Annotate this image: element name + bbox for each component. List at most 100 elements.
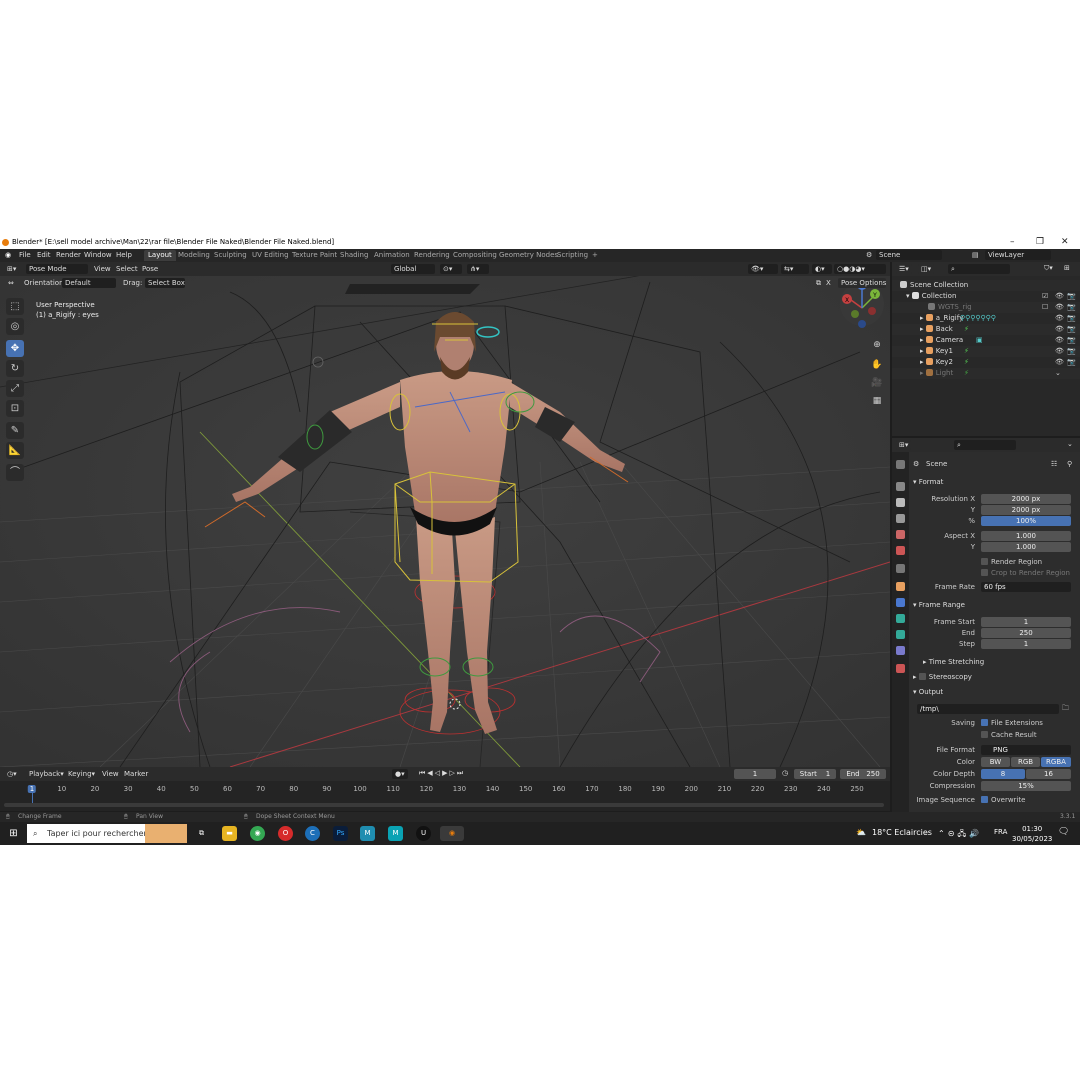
camera-render-icon[interactable]: 📷 — [1067, 291, 1076, 302]
eye-icon[interactable]: 👁 — [1055, 291, 1064, 302]
viewport-pose-menu[interactable]: Pose — [142, 265, 158, 273]
move-tool[interactable]: ✥ — [6, 340, 24, 357]
maya-lt-icon[interactable]: M — [388, 826, 403, 841]
outliner-item-light[interactable]: ▸ Light ⚡ ⌄ — [892, 368, 1080, 379]
texture-tab-icon[interactable] — [896, 664, 905, 673]
scene-selector[interactable]: Scene — [876, 250, 942, 260]
outliner-editor-icon[interactable]: ☰▾ — [896, 264, 912, 274]
file-explorer-icon[interactable]: ▬ — [222, 826, 237, 841]
chevron-down-icon[interactable]: ⌄ — [1055, 368, 1061, 379]
clock-icon[interactable]: ◷▾ — [4, 769, 20, 779]
camera-render-icon[interactable]: 📷 — [1067, 302, 1076, 313]
menu-window[interactable]: Window — [84, 251, 112, 259]
output-path-input[interactable]: /tmp\ — [917, 704, 1059, 714]
orientation-selector[interactable]: Default — [62, 278, 116, 288]
overlay-toggle-icon[interactable]: ◐▾ — [812, 264, 832, 274]
annotate-tool[interactable]: ✎ — [6, 422, 24, 439]
minimize-button[interactable]: – — [1010, 237, 1015, 247]
collection-tab-icon[interactable] — [896, 564, 905, 573]
visibility-icon[interactable]: 👁▾ — [748, 264, 778, 274]
resolution-x-field[interactable]: 2000 px — [981, 494, 1071, 504]
camera-render-icon[interactable]: 📷 — [1067, 313, 1076, 324]
eye-icon[interactable]: 👁 — [1055, 335, 1064, 346]
menu-render[interactable]: Render — [56, 251, 81, 259]
task-view-icon[interactable]: ⧉ — [194, 826, 209, 841]
filter-icon[interactable]: ⛉▾ — [1044, 264, 1053, 273]
viewport-select-menu[interactable]: Select — [116, 265, 138, 273]
world-tab-icon[interactable] — [896, 546, 905, 555]
blender-taskbar-icon[interactable]: ◉ — [440, 826, 464, 841]
object-tab-icon[interactable] — [896, 582, 905, 591]
add-workspace-button[interactable]: + — [588, 250, 602, 261]
camera-render-icon[interactable]: 📷 — [1067, 346, 1076, 357]
timeline-end-field[interactable]: End 250 — [840, 769, 886, 779]
timeline-view-menu[interactable]: View — [102, 770, 119, 778]
eye-icon[interactable]: 👁 — [1055, 324, 1064, 335]
modifier-tab-icon[interactable] — [896, 598, 905, 607]
cache-result-checkbox[interactable]: Cache Result — [981, 731, 1037, 739]
tab-sculpting[interactable]: Sculpting — [210, 250, 251, 261]
object-data-tab-icon[interactable] — [896, 646, 905, 655]
color-rgba-button[interactable]: RGBA — [1041, 757, 1071, 767]
folder-icon[interactable]: 🗀 — [1062, 704, 1069, 715]
menu-edit[interactable]: Edit — [37, 251, 51, 259]
format-section-header[interactable]: ▾ Format — [913, 478, 943, 486]
frame-start-field[interactable]: 1 — [981, 617, 1071, 627]
menu-file[interactable]: File — [19, 251, 31, 259]
collection-row[interactable]: ▾ Collection ☑ 👁 📷 — [892, 291, 1080, 302]
mode-selector[interactable]: Pose Mode — [26, 264, 88, 274]
system-tray-icons[interactable]: ⌃⊝🖧🔊 — [938, 828, 982, 842]
frame-end-field[interactable]: 250 — [981, 628, 1071, 638]
scale-tool[interactable]: ⤢ — [6, 380, 24, 397]
outliner-item-key1[interactable]: ▸ Key1 ⚡ 👁 📷 — [892, 346, 1080, 357]
tool-tab-icon[interactable] — [896, 460, 905, 469]
playhead[interactable] — [32, 793, 33, 803]
grid-view-icon[interactable]: ▦ — [870, 394, 884, 408]
select-box-tool[interactable]: ⬚ — [6, 298, 24, 315]
3d-viewport[interactable]: Z X Y User Perspective (1) a_Rigify : ey… — [0, 262, 890, 767]
color-rgb-button[interactable]: RGB — [1011, 757, 1040, 767]
physics-tab-icon[interactable] — [896, 614, 905, 623]
file-extensions-checkbox[interactable]: File Extensions — [981, 719, 1043, 727]
timeline-marker-menu[interactable]: Marker — [124, 770, 148, 778]
display-mode-icon[interactable]: ◫▾ — [918, 264, 935, 274]
tab-texture-paint[interactable]: Texture Paint — [288, 250, 341, 261]
chevron-down-icon[interactable]: ⌄ — [1067, 440, 1073, 448]
transform-tool[interactable]: ⊡ — [6, 400, 24, 417]
playback-controls[interactable]: ⏮◀◁▶▷⏭ — [419, 769, 465, 778]
aspect-x-field[interactable]: 1.000 — [981, 531, 1071, 541]
photoshop-icon[interactable]: Ps — [333, 826, 348, 841]
outliner-item-camera[interactable]: ▸ Camera ▣ 👁 📷 — [892, 335, 1080, 346]
tab-compositing[interactable]: Compositing — [449, 250, 501, 261]
drag-selector[interactable]: Select Box — [145, 278, 185, 288]
outliner-item-key2[interactable]: ▸ Key2 ⚡ 👁 📷 — [892, 357, 1080, 368]
properties-editor-icon[interactable]: ⊞▾ — [896, 440, 912, 450]
constraints-tab-icon[interactable] — [896, 630, 905, 639]
outliner-item-back[interactable]: ▸ Back ⚡ 👁 📷 — [892, 324, 1080, 335]
output-tab-icon[interactable] — [896, 498, 905, 507]
camera-render-icon[interactable]: 📷 — [1067, 335, 1076, 346]
render-tab-icon[interactable] — [896, 482, 905, 491]
crop-render-region-checkbox[interactable]: Crop to Render Region — [981, 569, 1070, 577]
stereoscopy-section-header[interactable]: ▸ Stereoscopy — [913, 673, 972, 681]
mirror-icon[interactable]: ⧉ — [816, 279, 821, 288]
editor-type-icon[interactable]: ⊞▾ — [4, 264, 20, 274]
tab-scripting[interactable]: Scripting — [553, 250, 592, 261]
scene-tab-icon[interactable] — [896, 530, 905, 539]
file-format-dropdown[interactable]: PNG — [981, 745, 1071, 755]
weather-text[interactable]: 18°C Eclaircies — [872, 828, 932, 837]
resolution-percent-field[interactable]: 100% — [981, 516, 1071, 526]
color-depth-16-button[interactable]: 16 — [1026, 769, 1071, 779]
eye-icon[interactable]: 👁 — [1055, 357, 1064, 368]
snap-icon[interactable]: ⋔▾ — [467, 264, 489, 274]
eye-icon[interactable]: 👁 — [1055, 302, 1064, 313]
tab-shading[interactable]: Shading — [336, 250, 372, 261]
checkbox-icon[interactable]: ☐ — [1042, 302, 1048, 313]
compression-slider[interactable]: 15% — [981, 781, 1071, 791]
frame-step-field[interactable]: 1 — [981, 639, 1071, 649]
maya-icon[interactable]: M — [360, 826, 375, 841]
tab-uv-editing[interactable]: UV Editing — [248, 250, 293, 261]
new-collection-icon[interactable]: ⊞ — [1064, 264, 1070, 272]
camera-render-icon[interactable]: 📷 — [1067, 357, 1076, 368]
cinema-app-icon[interactable]: C — [305, 826, 320, 841]
